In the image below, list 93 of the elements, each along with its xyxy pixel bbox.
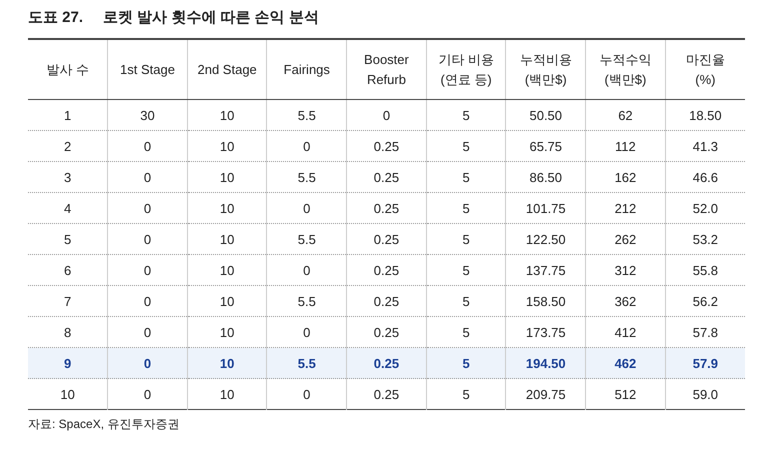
table-cell: 10 <box>187 286 267 316</box>
figure-label: 도표 27. <box>28 8 84 27</box>
column-header: 마진율 (%) <box>665 39 745 100</box>
table-cell: 0 <box>266 254 347 286</box>
table-cell: 10 <box>187 254 267 286</box>
table-cell: 0.25 <box>346 286 426 316</box>
table-cell: 55.8 <box>665 254 745 286</box>
table-title: 로켓 발사 횟수에 따른 손익 분석 <box>103 8 319 27</box>
table-cell: 0.25 <box>346 192 426 224</box>
column-header: Booster Refurb <box>346 39 426 100</box>
table-cell: 122.50 <box>506 224 586 254</box>
table-cell: 86.50 <box>506 162 586 192</box>
table-cell: 10 <box>187 162 267 192</box>
column-header: Fairings <box>266 39 347 100</box>
table-cell: 112 <box>586 130 666 162</box>
table-cell: 6 <box>28 254 108 286</box>
source-note: 자료: SpaceX, 유진투자증권 <box>28 416 180 433</box>
table-cell: 362 <box>586 286 666 316</box>
table-cell: 0.25 <box>346 348 426 378</box>
table-cell: 53.2 <box>665 224 745 254</box>
table-cell: 0.25 <box>346 254 426 286</box>
table-cell: 0 <box>108 130 188 162</box>
table-cell: 0 <box>266 130 347 162</box>
table-cell: 5.5 <box>266 286 347 316</box>
table-cell: 5 <box>426 192 506 224</box>
table-cell: 5.5 <box>266 100 347 130</box>
table-cell: 0 <box>266 378 347 410</box>
table-cell: 57.9 <box>665 348 745 378</box>
table-cell: 0 <box>108 162 188 192</box>
table-cell: 0 <box>108 192 188 224</box>
table-cell: 0 <box>108 254 188 286</box>
table-cell: 56.2 <box>665 286 745 316</box>
table-cell: 101.75 <box>506 192 586 224</box>
table-cell: 2 <box>28 130 108 162</box>
table-cell: 5 <box>426 162 506 192</box>
table-cell: 1 <box>28 100 108 130</box>
table-cell: 0.25 <box>346 224 426 254</box>
table-cell: 7 <box>28 286 108 316</box>
table-cell: 10 <box>187 100 267 130</box>
table-cell: 5.5 <box>266 224 347 254</box>
table-cell: 0 <box>108 286 188 316</box>
table-cell: 5 <box>426 348 506 378</box>
table-cell: 50.50 <box>506 100 586 130</box>
table-cell: 10 <box>28 378 108 410</box>
column-header: 2nd Stage <box>187 39 267 100</box>
column-header: 누적수익 (백만$) <box>586 39 666 100</box>
table-cell: 158.50 <box>506 286 586 316</box>
table-cell: 5 <box>426 254 506 286</box>
column-header: 누적비용 (백만$) <box>506 39 586 100</box>
table-cell: 137.75 <box>506 254 586 286</box>
table-cell: 5 <box>426 100 506 130</box>
table-cell: 162 <box>586 162 666 192</box>
table-cell: 10 <box>187 192 267 224</box>
table-cell: 59.0 <box>665 378 745 410</box>
table-cell: 5 <box>426 130 506 162</box>
table-cell: 9 <box>28 348 108 378</box>
table-cell: 462 <box>586 348 666 378</box>
table-cell: 18.50 <box>665 100 745 130</box>
table-cell: 10 <box>187 130 267 162</box>
table-cell: 0 <box>346 100 426 130</box>
table-cell: 52.0 <box>665 192 745 224</box>
table-cell: 3 <box>28 162 108 192</box>
table-cell: 10 <box>187 378 267 410</box>
table-cell: 65.75 <box>506 130 586 162</box>
table-cell: 0 <box>266 192 347 224</box>
table-cell: 512 <box>586 378 666 410</box>
table-cell: 212 <box>586 192 666 224</box>
table-cell: 62 <box>586 100 666 130</box>
table-cell: 0 <box>108 224 188 254</box>
table-cell: 5 <box>28 224 108 254</box>
table-cell: 0.25 <box>346 162 426 192</box>
table-cell: 5.5 <box>266 162 347 192</box>
table-cell: 0.25 <box>346 378 426 410</box>
column-header: 1st Stage <box>108 39 188 100</box>
table-cell: 5.5 <box>266 348 347 378</box>
table-cell: 312 <box>586 254 666 286</box>
table-cell: 262 <box>586 224 666 254</box>
table-cell: 194.50 <box>506 348 586 378</box>
table-cell: 5 <box>426 378 506 410</box>
table-cell: 209.75 <box>506 378 586 410</box>
table-cell: 41.3 <box>665 130 745 162</box>
table-cell: 4 <box>28 192 108 224</box>
table-cell: 0 <box>108 348 188 378</box>
table-cell: 10 <box>187 224 267 254</box>
table-cell: 30 <box>108 100 188 130</box>
table-cell: 5 <box>426 286 506 316</box>
table-cell: 0 <box>108 378 188 410</box>
table-cell: 0.25 <box>346 130 426 162</box>
column-header: 발사 수 <box>28 39 108 100</box>
table-cell: 10 <box>187 348 267 378</box>
column-header: 기타 비용 (연료 등) <box>426 39 506 100</box>
table-cell: 46.6 <box>665 162 745 192</box>
table-cell: 5 <box>426 224 506 254</box>
